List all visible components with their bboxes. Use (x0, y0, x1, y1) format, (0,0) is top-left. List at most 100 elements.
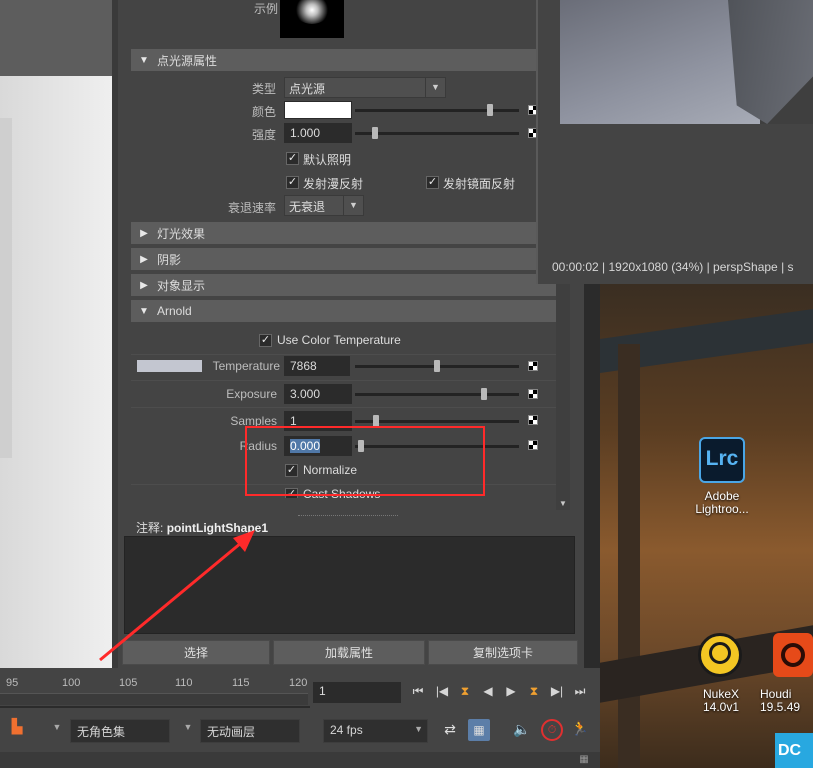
illuminates-default-label: 默认照明 (303, 153, 352, 167)
nukex-name-line2: 14.0v1 (702, 700, 740, 714)
annotation-arrow-icon (99, 530, 255, 662)
fps-value: 24 fps (330, 723, 363, 737)
play-forward-icon[interactable]: ▶ (502, 682, 520, 700)
character-set-value: 无角色集 (77, 725, 126, 739)
next-key-icon[interactable]: ⧗ (525, 682, 543, 700)
wallpaper-pillar (618, 344, 640, 768)
time-tick-label: 110 (175, 677, 193, 689)
time-tick-label: 120 (289, 677, 308, 689)
lightroom-name-line2: Lightroo... (695, 502, 749, 516)
sound-icon[interactable]: 🔈 (512, 721, 532, 738)
load-attributes-button[interactable]: 加载属性 (273, 640, 425, 665)
houdini-icon[interactable] (773, 633, 813, 677)
exposure-slider-track[interactable] (355, 393, 519, 396)
color-swatch[interactable] (284, 101, 352, 119)
time-tick-label: 95 (6, 677, 19, 689)
section-object-display[interactable]: ▶ 对象显示 (131, 274, 557, 296)
expand-triangle-icon: ▶ (140, 279, 148, 291)
scroll-down-arrow-icon[interactable]: ▼ (559, 499, 567, 508)
radius-map-button-icon[interactable] (528, 440, 538, 450)
status-bar (0, 752, 600, 768)
emit-diffuse-checkbox[interactable]: ✓ (286, 176, 299, 189)
copy-tab-button[interactable]: 复制选项卡 (428, 640, 578, 665)
time-tick-label: 115 (232, 677, 250, 689)
grid-icon[interactable]: ▦ (575, 754, 593, 765)
chevron-down-icon[interactable]: ▼ (181, 722, 195, 732)
play-backward-icon[interactable]: ◀ (479, 682, 497, 700)
fps-dropdown[interactable]: 24 fps ▼ (323, 719, 428, 743)
exposure-field[interactable]: 3.000 (284, 384, 352, 404)
step-forward-key-icon[interactable]: ▶| (548, 682, 566, 700)
decay-rate-value: 无衰退 (289, 200, 326, 214)
exposure-map-button-icon[interactable] (528, 389, 538, 399)
prev-key-icon[interactable]: ⧗ (456, 682, 474, 700)
chevron-down-icon: ▼ (343, 196, 363, 215)
collapse-triangle-icon: ▼ (139, 54, 149, 66)
intensity-field[interactable]: 1.000 (284, 123, 352, 143)
temperature-label: Temperature (212, 359, 280, 373)
section-title: 阴影 (157, 252, 182, 267)
section-title: Arnold (157, 304, 192, 318)
section-title: 灯光效果 (157, 226, 206, 241)
light-type-value: 点光源 (289, 82, 326, 96)
exposure-slider-handle[interactable] (481, 388, 487, 400)
temperature-slider-handle[interactable] (434, 360, 440, 372)
sample-label: 示例 (253, 2, 278, 16)
time-ruler[interactable] (0, 693, 308, 705)
annotation-highlight-box (245, 426, 485, 496)
decay-rate-label: 衰退速率 (227, 201, 276, 215)
temperature-color-swatch (137, 360, 202, 372)
samples-map-button-icon[interactable] (528, 415, 538, 425)
keyframe-bookmark-icon[interactable]: ▙ (8, 718, 26, 735)
illuminates-default-checkbox[interactable]: ✓ (286, 152, 299, 165)
render-info-text: 00:00:02 | 1920x1080 (34%) | perspShape … (552, 260, 794, 274)
splitter-handle[interactable] (298, 515, 398, 517)
preferences-runner-icon[interactable]: 🏃 (570, 720, 590, 737)
time-tick-label: 100 (62, 677, 81, 689)
temperature-map-button-icon[interactable] (528, 361, 538, 371)
anim-layer-dropdown[interactable]: 无动画层 (200, 719, 300, 743)
cache-playback-icon[interactable]: ▦ (468, 719, 490, 741)
use-color-temperature-checkbox[interactable]: ✓ (259, 334, 272, 347)
section-title: 点光源属性 (157, 53, 218, 68)
houdini-name-line2: 19.5.49 (760, 700, 801, 714)
use-color-temperature-label: Use Color Temperature (277, 333, 401, 347)
decay-rate-dropdown[interactable]: 无衰退 ▼ (284, 195, 364, 216)
intensity-label: 强度 (251, 128, 276, 142)
collapse-triangle-icon: ▼ (139, 305, 149, 317)
color-slider-track[interactable] (355, 109, 519, 112)
current-frame-field[interactable]: 1 (313, 682, 401, 703)
light-type-dropdown[interactable]: 点光源 ▼ (284, 77, 446, 98)
intensity-slider-track[interactable] (355, 132, 519, 135)
dcc-app-icon[interactable]: DC (775, 733, 813, 768)
section-arnold[interactable]: ▼ Arnold (131, 300, 557, 322)
lightroom-desktop-label[interactable]: Adobe Lightroo... (682, 490, 762, 516)
step-back-key-icon[interactable]: |◀ (433, 682, 451, 700)
auto-key-icon[interactable]: ⏱ (541, 719, 563, 741)
character-set-dropdown[interactable]: 无角色集 (70, 719, 170, 743)
go-to-start-icon[interactable]: ⏮ (409, 682, 427, 700)
section-shadows[interactable]: ▶ 阴影 (131, 248, 557, 270)
emit-specular-checkbox[interactable]: ✓ (426, 176, 439, 189)
light-sample-swatch (280, 0, 344, 38)
chevron-down-icon[interactable]: ▼ (50, 722, 64, 732)
section-light-effects[interactable]: ▶ 灯光效果 (131, 222, 557, 244)
loop-icon[interactable]: ⇄ (440, 721, 460, 738)
viewport-inner-edge (0, 118, 12, 458)
samples-slider-track[interactable] (355, 420, 519, 423)
nukex-icon[interactable] (698, 633, 742, 677)
render-view-window[interactable]: 00:00:02 | 1920x1080 (34%) | perspShape … (536, 0, 813, 284)
section-title: 对象显示 (157, 278, 206, 293)
color-slider-handle[interactable] (487, 104, 493, 116)
temperature-field[interactable]: 7868 (284, 356, 350, 376)
expand-triangle-icon: ▶ (140, 227, 148, 239)
intensity-slider-handle[interactable] (372, 127, 378, 139)
lightroom-icon[interactable]: Lrc (699, 437, 745, 483)
exposure-label: Exposure (226, 387, 277, 401)
row-separator (131, 407, 557, 408)
go-to-end-icon[interactable]: ⏭ (571, 682, 589, 700)
section-point-light-attributes[interactable]: ▼ 点光源属性 (131, 49, 557, 71)
houdini-desktop-label[interactable]: Houdi 19.5.49 (760, 688, 813, 714)
row-separator (131, 380, 557, 381)
nukex-desktop-label[interactable]: NukeX 14.0v1 (681, 688, 761, 714)
